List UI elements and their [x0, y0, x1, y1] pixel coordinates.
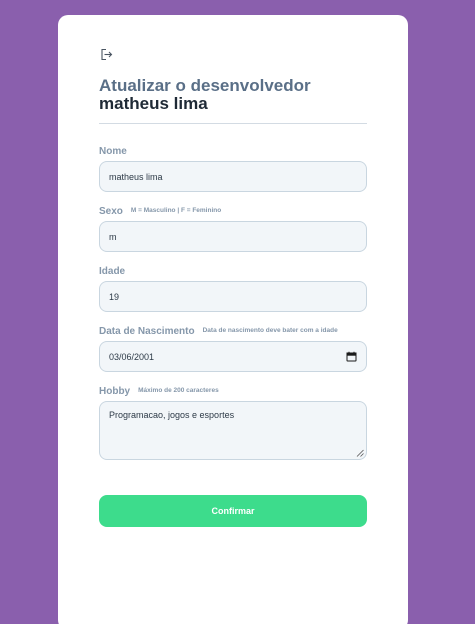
sexo-hint: M = Masculino | F = Feminino	[130, 207, 222, 214]
idade-input[interactable]: 19	[99, 281, 367, 312]
nascimento-label-row: Data de Nascimento Data de nascimento de…	[99, 326, 338, 337]
hobby-value: Programacao, jogos e esportes	[109, 410, 235, 420]
nascimento-date-input[interactable]: 03/06/2001	[99, 341, 367, 372]
hobby-label: Hobby	[99, 386, 131, 397]
hobby-textarea[interactable]: Programacao, jogos e esportes	[99, 401, 367, 460]
idade-label-row: Idade	[99, 266, 125, 277]
hobby-label-row: Hobby Máximo de 200 caracteres	[99, 386, 219, 397]
developer-name-title: matheus lima	[99, 94, 208, 113]
sexo-value: m	[109, 231, 117, 242]
title-divider	[99, 123, 367, 124]
nome-label-row: Nome	[99, 146, 127, 157]
nome-value: matheus lima	[109, 171, 163, 182]
nascimento-label: Data de Nascimento	[99, 326, 195, 337]
sexo-label: Sexo	[99, 206, 123, 217]
confirm-button[interactable]: Confirmar	[99, 495, 367, 527]
sexo-input[interactable]: m	[99, 221, 367, 252]
back-button[interactable]	[99, 47, 113, 61]
idade-label: Idade	[99, 266, 126, 277]
form-card: Atualizar o desenvolvedor matheus lima N…	[58, 15, 408, 624]
nome-input[interactable]: matheus lima	[99, 161, 367, 192]
resize-handle-icon[interactable]	[356, 449, 364, 457]
nascimento-value: 03/06/2001	[109, 351, 155, 362]
title-line-1: Atualizar o desenvolvedor	[99, 76, 311, 95]
nome-label: Nome	[99, 146, 127, 157]
hobby-hint: Máximo de 200 caracteres	[138, 387, 219, 394]
nascimento-hint: Data de nascimento deve bater com a idad…	[202, 327, 338, 334]
sign-in-icon	[100, 48, 113, 61]
page-title: Atualizar o desenvolvedor matheus lima	[99, 77, 369, 113]
sexo-label-row: Sexo M = Masculino | F = Feminino	[99, 206, 221, 217]
calendar-icon[interactable]	[346, 351, 357, 362]
idade-value: 19	[109, 291, 120, 302]
